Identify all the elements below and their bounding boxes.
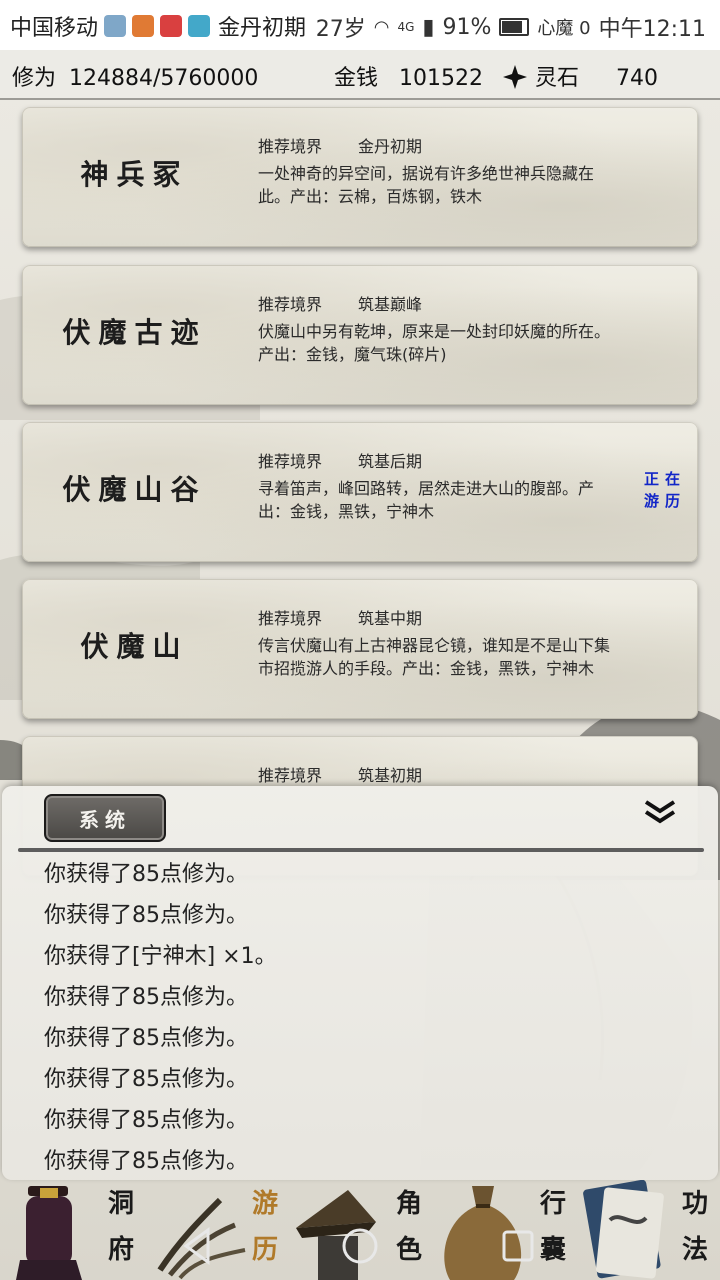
clock: 中午12:11 [598,17,706,42]
location-description: 一处神奇的异空间，据说有许多绝世神兵隐藏在此。产出：云棉，百炼钢，铁木 [258,164,595,206]
location-card-fumoshan[interactable]: 伏魔山 推荐境界 筑基中期 传言伏魔山有上古神器昆仑镜，谁知是不是山下集市招揽游人… [22,579,698,719]
location-name: 伏魔山 [80,630,189,663]
system-navigation-bar [0,1210,720,1280]
app-notification-icon [132,15,155,37]
location-realm: 推荐境界 筑基初期 [258,762,422,786]
network-type-badge: 4G [397,20,415,34]
battery-icon [499,18,530,36]
realm-overlay-text: 金丹初期 [218,16,307,41]
cultivation-value: 124884/5760000 [69,66,259,91]
log-entry: 你获得了[宁神木] ×1。 [44,944,277,969]
realm-label: 推荐境界 [258,609,323,628]
carrier-label: 中国移动 [10,16,99,41]
realm-label: 推荐境界 [258,295,323,314]
spirit-stone-icon [503,65,527,89]
traveling-status-badge: 正在游历 [643,470,686,510]
status-bar-left: 中国移动 金丹初期 [10,10,306,42]
location-description: 伏魔山中另有乾坤，原来是一处封印妖魔的所在。产出：金钱，魔气珠(碎片) [258,322,611,364]
location-name: 伏魔山谷 [62,473,207,506]
location-description: 传言伏魔山有上古神器昆仑镜，谁知是不是山下集市招揽游人的手段。产出：金钱，黑铁，… [258,636,611,678]
wifi-icon: ◠ [373,16,390,38]
log-divider [18,848,704,852]
location-card-shenbingzhong[interactable]: 神兵冢 推荐境界 金丹初期 一处神奇的异空间，据说有许多绝世神兵隐藏在此。产出：云… [22,107,698,247]
location-realm: 推荐境界 筑基巅峰 [258,291,422,315]
realm-label: 推荐境界 [258,766,323,785]
log-entry: 你获得了85点修为。 [44,862,248,887]
age-overlay-text: 27岁 [315,17,366,42]
spirit-stone-stat: 灵石 740 [502,60,658,92]
clipboard-app-icon [188,15,211,37]
lock-icon [104,15,127,37]
log-entry: 你获得了85点修为。 [44,1067,248,1092]
log-entry: 你获得了85点修为。 [44,903,248,928]
log-list: 你获得了85点修为。 你获得了85点修为。 你获得了[宁神木] ×1。 你获得了… [44,854,277,1180]
realm-value: 筑基后期 [358,452,423,471]
battery-percent: 91% [442,14,492,40]
location-card-fumoguji[interactable]: 伏魔古迹 推荐境界 筑基巅峰 伏魔山中另有乾坤，原来是一处封印妖魔的所在。产出：金… [22,265,698,405]
log-entry: 你获得了85点修为。 [44,1026,248,1051]
location-name: 伏魔古迹 [62,316,207,349]
location-realm: 推荐境界 筑基后期 [258,448,422,472]
cultivation-label: 修为 [12,66,57,91]
spirit-stone-value: 740 [616,66,659,91]
money-label: 金钱 [334,66,379,91]
location-realm: 推荐境界 金丹初期 [258,133,422,157]
log-entry: 你获得了85点修为。 [44,985,248,1010]
home-icon[interactable] [338,1224,382,1268]
log-entry: 你获得了85点修为。 [44,1149,248,1174]
stats-bar: 修为 124884/5760000 金钱 101522 灵石 740 [0,50,720,100]
money-stat: 金钱 101522 [334,60,483,92]
location-name: 神兵冢 [80,158,189,191]
log-entry: 你获得了85点修为。 [44,1108,248,1133]
realm-value: 金丹初期 [358,137,423,156]
cultivation-stat: 修为 124884/5760000 [12,60,258,92]
video-app-icon [160,15,183,37]
collapse-chevron-icon[interactable] [642,798,678,828]
mood-overlay-text: 心魔 0 [537,18,591,39]
realm-value: 筑基中期 [358,609,423,628]
realm-value: 筑基巅峰 [358,295,423,314]
location-card-fumoshangu[interactable]: 伏魔山谷 推荐境界 筑基后期 寻着笛声，峰回路转，居然走进大山的腹部。产出：金钱，… [22,422,698,562]
money-value: 101522 [399,66,483,91]
back-icon[interactable] [176,1224,220,1268]
location-realm: 推荐境界 筑基中期 [258,605,422,629]
signal-icon: ▮ [422,14,435,40]
status-bar-right: 27岁 ◠ 4G ▮ 91% 心魔 0 中午12:11 [316,11,706,43]
realm-value: 筑基初期 [358,766,423,785]
spirit-stone-label: 灵石 [535,66,580,91]
location-description: 寻着笛声，峰回路转，居然走进大山的腹部。产出：金钱，黑铁，宁神木 [258,479,595,521]
realm-label: 推荐境界 [258,137,323,156]
recents-icon[interactable] [496,1224,540,1268]
realm-label: 推荐境界 [258,452,323,471]
system-log-panel: 系统 你获得了85点修为。 你获得了85点修为。 你获得了[宁神木] ×1。 你… [2,786,718,1180]
tab-system[interactable]: 系统 [44,794,166,842]
status-bar: 中国移动 金丹初期 27岁 ◠ 4G ▮ 91% 心魔 0 中午12:11 [0,0,720,50]
